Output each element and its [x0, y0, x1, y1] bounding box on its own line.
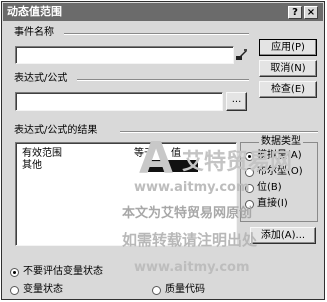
dynamic-value-range-dialog: 动态值范围 ? × 事件名称 表达式/公式 ... 应用(P) 取消(N) 检查… — [1, 1, 325, 300]
data-type-direct-label: 直接(I) — [257, 198, 288, 209]
event-name-label: 事件名称 — [14, 27, 54, 38]
column-header-range: 有效范围 — [22, 148, 62, 159]
help-button[interactable]: ? — [288, 6, 302, 19]
row-range-cell: 其他 — [22, 160, 42, 171]
watermark-brand: 艾特贸易网 — [182, 150, 293, 175]
title-bar: 动态值范围 ? × — [3, 3, 323, 21]
no-eval-radio[interactable] — [10, 268, 19, 277]
event-name-field[interactable] — [15, 46, 234, 64]
no-eval-label: 不要评估变量状态 — [23, 266, 103, 277]
results-label: 表达式/公式的结果 — [14, 125, 98, 136]
expression-group-line — [77, 79, 249, 81]
watermark-url-1: www.aitmy.com — [134, 180, 250, 195]
apply-button[interactable]: 应用(P) — [259, 39, 317, 56]
watermark-url-2: www.aitmy.com — [134, 260, 250, 275]
add-button[interactable]: 添加(A)... — [250, 227, 316, 244]
var-status-radio[interactable] — [10, 286, 19, 295]
var-status-label: 变量状态 — [23, 284, 63, 295]
tag-browse-icon[interactable] — [236, 49, 248, 61]
cancel-button[interactable]: 取消(N) — [259, 60, 317, 77]
check-button[interactable]: 检查(E) — [259, 81, 317, 98]
quality-code-label: 质量代码 — [165, 284, 205, 295]
close-button[interactable]: × — [304, 6, 318, 19]
expression-field[interactable] — [15, 92, 223, 111]
dialog-title: 动态值范围 — [7, 5, 62, 18]
expression-label: 表达式/公式 — [14, 73, 68, 84]
data-type-bit-label: 位(B) — [257, 182, 282, 193]
expression-browse-button[interactable]: ... — [226, 92, 247, 111]
quality-code-radio[interactable] — [152, 286, 161, 295]
event-name-group-line — [64, 33, 249, 35]
watermark-line-1: 本文为艾特贸易网原创 — [122, 206, 253, 221]
watermark-line-2: 如需转载请注明出处 — [122, 231, 258, 249]
watermark-logo-icon: A — [139, 133, 174, 184]
